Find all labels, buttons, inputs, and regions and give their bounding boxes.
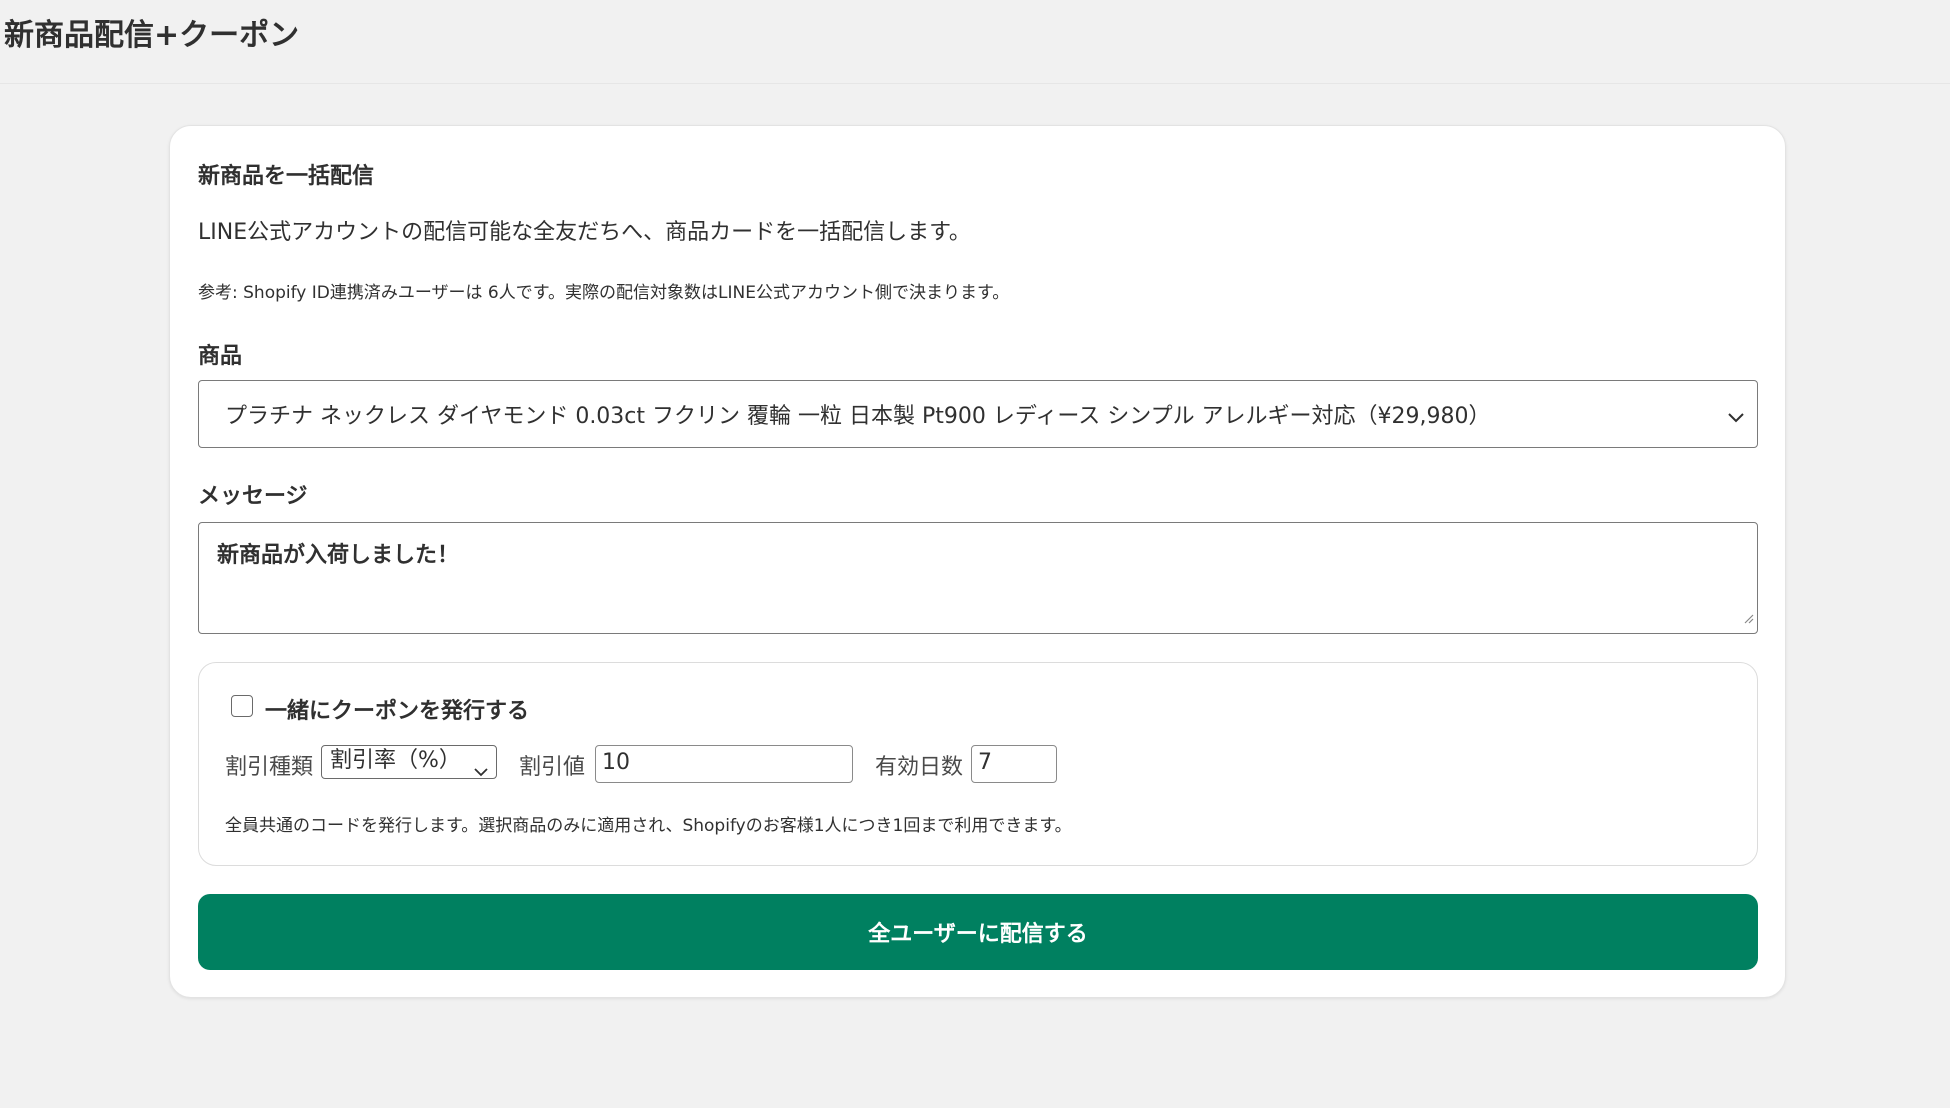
discount-type-label: 割引種類 — [225, 755, 314, 780]
submit-broadcast-button[interactable]: 全ユーザーに配信する — [198, 894, 1758, 970]
discount-value-label: 割引値 — [519, 755, 586, 780]
product-select-value: プラチナ ネックレス ダイヤモンド 0.03ct フクリン 覆輪 一粒 日本製 … — [225, 404, 1491, 429]
discount-type-value: 割引率（%） — [330, 748, 461, 773]
coupon-checkbox-label[interactable]: 一緒にクーポンを発行する — [265, 693, 529, 725]
message-label: メッセージ — [198, 484, 308, 509]
discount-type-select[interactable]: 割引率（%） — [321, 745, 497, 779]
product-select[interactable]: プラチナ ネックレス ダイヤモンド 0.03ct フクリン 覆輪 一粒 日本製 … — [198, 380, 1758, 448]
coupon-checkbox[interactable] — [231, 695, 253, 717]
card-note: 参考: Shopify ID連携済みユーザーは 6人です。実際の配信対象数はLI… — [198, 283, 1010, 303]
message-textarea[interactable]: 新商品が入荷しました！ — [198, 522, 1758, 634]
page-header: 新商品配信+クーポン — [0, 0, 1950, 84]
card-description: LINE公式アカウントの配信可能な全友だちへ、商品カードを一括配信します。 — [198, 220, 971, 245]
chevron-down-icon — [1727, 405, 1745, 430]
message-value: 新商品が入荷しました！ — [217, 543, 460, 568]
coupon-section: 一緒にクーポンを発行する 割引種類 割引率（%） 割引値 10 有効日数 7 全… — [198, 662, 1758, 866]
valid-days-label: 有効日数 — [875, 755, 964, 780]
resize-handle-icon[interactable] — [1742, 605, 1754, 630]
valid-days-input[interactable]: 7 — [971, 745, 1057, 783]
coupon-note: 全員共通のコードを発行します。選択商品のみに適用され、Shopifyのお客様1人… — [225, 816, 1072, 836]
discount-value-input[interactable]: 10 — [595, 745, 853, 783]
product-label: 商品 — [198, 344, 243, 369]
broadcast-card: 新商品を一括配信 LINE公式アカウントの配信可能な全友だちへ、商品カードを一括… — [169, 125, 1786, 998]
chevron-down-icon — [474, 756, 488, 786]
card-title: 新商品を一括配信 — [198, 164, 375, 189]
page-title: 新商品配信+クーポン — [4, 18, 300, 53]
